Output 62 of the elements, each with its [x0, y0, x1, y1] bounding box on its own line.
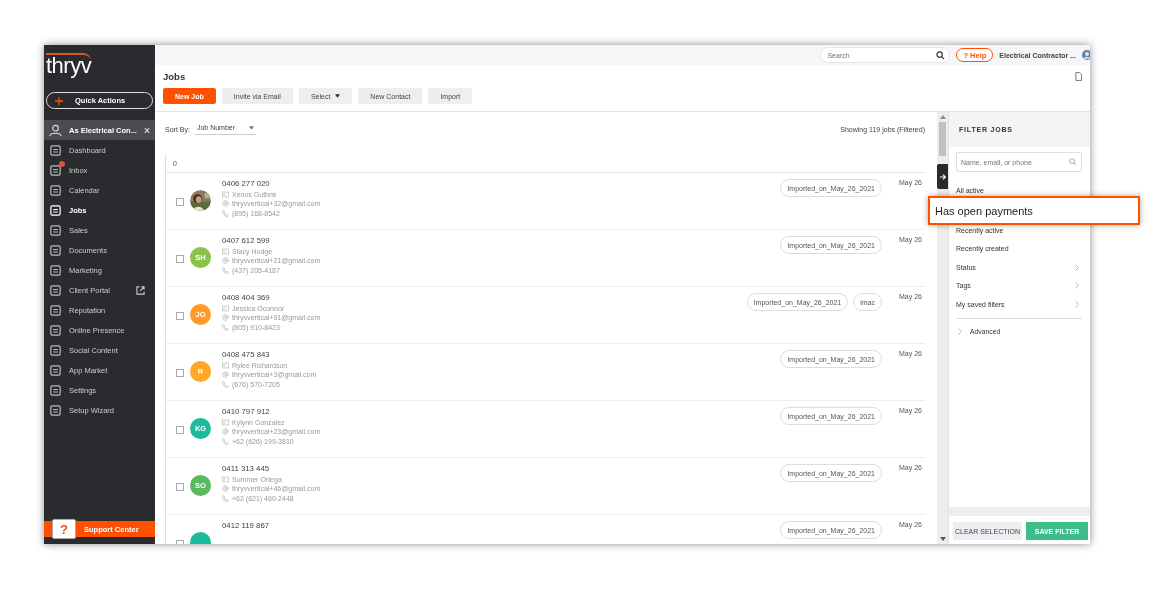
search-icon — [936, 50, 946, 60]
nav-icon — [49, 163, 62, 177]
chevron-icon — [958, 327, 962, 335]
nav-icon — [49, 383, 62, 397]
nav-icon — [49, 403, 62, 417]
at-sign-icon — [222, 314, 229, 322]
arrow-icon — [938, 172, 947, 181]
notification-dot — [59, 160, 65, 167]
id-card-icon — [222, 418, 229, 426]
row-checkbox[interactable] — [176, 426, 184, 434]
nav-icon — [49, 243, 62, 257]
page-title: Jobs — [163, 71, 186, 82]
phone-icon — [222, 323, 229, 331]
row-checkbox[interactable] — [176, 255, 184, 263]
row-checkbox[interactable] — [176, 483, 184, 491]
id-card-icon — [222, 247, 229, 255]
chevron-icon — [1075, 263, 1079, 271]
nav-icon — [49, 203, 62, 217]
at-sign-icon — [222, 428, 229, 436]
search-icon — [1069, 158, 1077, 166]
plus-icon — [55, 96, 63, 105]
nav-icon — [49, 283, 62, 297]
nav-icon — [49, 343, 62, 357]
nav-icon — [49, 263, 62, 277]
at-sign-icon — [222, 257, 229, 265]
at-sign-icon — [222, 485, 229, 493]
phone-icon — [222, 266, 229, 274]
at-sign-icon — [222, 371, 229, 379]
help-bubble-icon: ? — [52, 519, 76, 539]
chevron-icon — [1075, 300, 1079, 308]
highlight-tooltip: Has open payments — [928, 196, 1140, 225]
scroll-thumb[interactable] — [939, 122, 946, 156]
close-icon[interactable] — [143, 126, 150, 134]
caret-icon — [249, 125, 255, 130]
nav-icon — [49, 183, 62, 197]
nav-icon — [49, 363, 62, 377]
nav-icon — [49, 323, 62, 337]
nav-icon — [49, 143, 62, 157]
people-icon — [49, 123, 62, 137]
document-icon[interactable] — [1075, 72, 1082, 81]
id-card-icon — [222, 190, 229, 198]
id-card-icon — [222, 475, 229, 483]
scroll-down-icon[interactable] — [939, 537, 946, 541]
phone-icon — [222, 209, 229, 217]
id-card-icon — [222, 361, 229, 369]
phone-icon — [222, 494, 229, 502]
nav-icon — [49, 223, 62, 237]
phone-icon — [222, 380, 229, 388]
row-checkbox[interactable] — [176, 369, 184, 377]
phone-icon — [222, 437, 229, 445]
caret-icon — [335, 94, 341, 98]
row-checkbox[interactable] — [176, 312, 184, 320]
collapse-panel-button[interactable] — [937, 164, 948, 189]
nav-icon — [49, 303, 62, 317]
scroll-up-icon[interactable] — [939, 115, 946, 119]
id-card-icon — [222, 304, 229, 312]
chevron-icon — [1075, 282, 1079, 290]
row-checkbox[interactable] — [176, 198, 184, 206]
external-link-icon[interactable] — [136, 285, 145, 295]
at-sign-icon — [222, 200, 229, 208]
logo: thryv — [46, 53, 92, 77]
scrollbar[interactable] — [949, 507, 1090, 516]
